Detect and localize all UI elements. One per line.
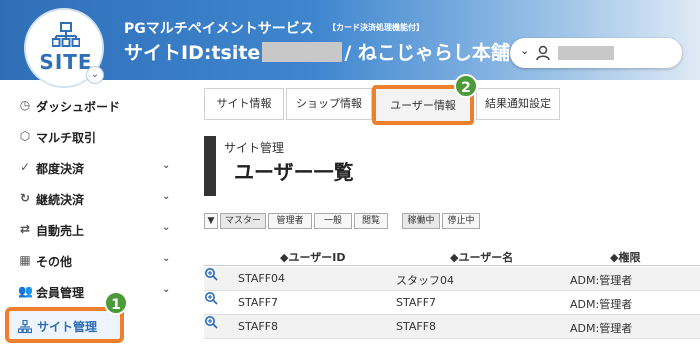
sidebar-item-label: サイト管理 xyxy=(37,320,98,334)
sitemap-logo-icon xyxy=(52,22,80,47)
user-menu[interactable]: ⌄ xyxy=(510,38,682,68)
table-row[interactable]: STAFF04 スタッフ04 ADM:管理者 xyxy=(204,267,700,291)
service-badge: 【カード決済処理機能付】 xyxy=(328,23,424,32)
cube-icon: ⬡ xyxy=(19,129,31,143)
sidebar-item-auto-sales[interactable]: ⇄ 自動売上 ⌄ xyxy=(0,214,190,244)
chevron-down-icon: ⌄ xyxy=(162,253,171,264)
service-name: PGマルチペイメントサービス xyxy=(124,21,314,37)
filter-status-stopped[interactable]: 停止中 xyxy=(442,213,480,229)
tab-notification-settings[interactable]: 結果通知設定 xyxy=(476,88,560,120)
cell-role: ADM:管理者 xyxy=(570,298,633,311)
filter-role-general[interactable]: 一般 xyxy=(314,213,352,229)
site-id-line: サイトID:tsite / ねこじゃらし本舗 xyxy=(124,38,510,64)
users-icon: 👥 xyxy=(18,284,33,298)
sidebar-item-one-time-payment[interactable]: ✓ 都度決済 ⌄ xyxy=(0,152,190,182)
sidebar-item-member-management[interactable]: 👥 会員管理 ⌄ xyxy=(0,276,190,306)
sidebar-item-label: マルチ取引 xyxy=(36,131,97,145)
sidebar-item-label: 会員管理 xyxy=(36,286,85,300)
cell-user-name: STAFF8 xyxy=(396,320,437,333)
sidebar-item-label: 自動売上 xyxy=(36,224,85,238)
step-badge-2: 2 xyxy=(454,74,478,98)
site-name: / ねこじゃらし本舗 xyxy=(344,42,510,64)
table-row[interactable]: STAFF8 STAFF8 ADM:管理者 xyxy=(204,315,700,339)
page-title: ユーザー一覧 xyxy=(234,160,354,184)
refresh-icon: ↻ xyxy=(19,191,31,205)
title-accent-bar xyxy=(204,136,216,196)
site-id-prefix: サイトID:tsite xyxy=(124,42,261,64)
column-header-role[interactable]: ◆権限 xyxy=(610,249,640,265)
dashboard-icon: ◷ xyxy=(19,98,31,112)
chevron-down-icon: ⌄ xyxy=(162,160,171,171)
sidebar-item-label: その他 xyxy=(36,255,73,269)
check-circle-icon: ✓ xyxy=(19,160,31,174)
filter-role-master[interactable]: マスター xyxy=(220,213,266,229)
sidebar-item-site-management[interactable]: サイト管理 xyxy=(5,307,124,343)
column-header-user-id[interactable]: ◆ユーザーID xyxy=(280,249,345,265)
filter-status-active[interactable]: 稼働中 xyxy=(402,213,440,229)
tab-shop-info[interactable]: ショップ情報 xyxy=(286,88,372,120)
sidebar-item-label: 継続決済 xyxy=(36,193,85,207)
cell-role: ADM:管理者 xyxy=(570,322,633,335)
sidebar-item-multi-transaction[interactable]: ⬡ マルチ取引 xyxy=(0,121,190,151)
cell-user-name: STAFF7 xyxy=(396,296,437,309)
chevron-down-icon: ⌄ xyxy=(162,284,171,295)
table-header: ◆ユーザーID ◆ユーザー名 ◆権限 xyxy=(204,246,700,266)
chevron-down-icon: ⌄ xyxy=(162,222,171,233)
zoom-icon[interactable] xyxy=(204,291,218,305)
step-badge-1: 1 xyxy=(104,291,128,315)
sitemap-icon xyxy=(18,320,32,334)
tab-site-info[interactable]: サイト情報 xyxy=(204,88,284,120)
filter-role-viewer[interactable]: 閲覧 xyxy=(354,213,388,229)
sidebar-item-label: 都度決済 xyxy=(36,162,85,176)
cell-user-id: STAFF7 xyxy=(238,296,279,309)
chevron-down-icon: ⌄ xyxy=(520,44,530,57)
chevron-down-icon: ⌄ xyxy=(162,191,171,202)
column-header-user-name[interactable]: ◆ユーザー名 xyxy=(450,249,513,265)
exchange-icon: ⇄ xyxy=(19,222,31,236)
sidebar-item-label: ダッシュボード xyxy=(36,100,121,114)
filter-role-admin[interactable]: 管理者 xyxy=(268,213,312,229)
masked-site-id xyxy=(262,41,343,62)
cell-user-id: STAFF8 xyxy=(238,320,279,333)
tab-label: ユーザー情報 xyxy=(390,99,456,112)
sidebar-item-dashboard[interactable]: ◷ ダッシュボード xyxy=(0,90,190,120)
cell-role: ADM:管理者 xyxy=(570,274,633,287)
zoom-icon[interactable] xyxy=(204,315,218,329)
person-icon xyxy=(536,45,550,61)
sidebar-item-other[interactable]: ▦ その他 ⌄ xyxy=(0,245,190,275)
table-row[interactable]: STAFF7 STAFF7 ADM:管理者 xyxy=(204,291,700,315)
chevron-down-icon[interactable]: ⌄ xyxy=(86,66,104,84)
app-header: SITE ⌄ PGマルチペイメントサービス 【カード決済処理機能付】 サイトID… xyxy=(0,0,700,88)
cell-user-id: STAFF04 xyxy=(238,272,286,285)
filter-icon[interactable]: ▼ xyxy=(204,213,218,229)
sidebar-item-recurring-payment[interactable]: ↻ 継続決済 ⌄ xyxy=(0,183,190,213)
masked-username xyxy=(558,46,614,60)
section-label: サイト管理 xyxy=(224,141,285,155)
cell-user-name: スタッフ04 xyxy=(396,274,454,287)
zoom-icon[interactable] xyxy=(204,267,218,281)
grid-icon: ▦ xyxy=(19,253,31,267)
